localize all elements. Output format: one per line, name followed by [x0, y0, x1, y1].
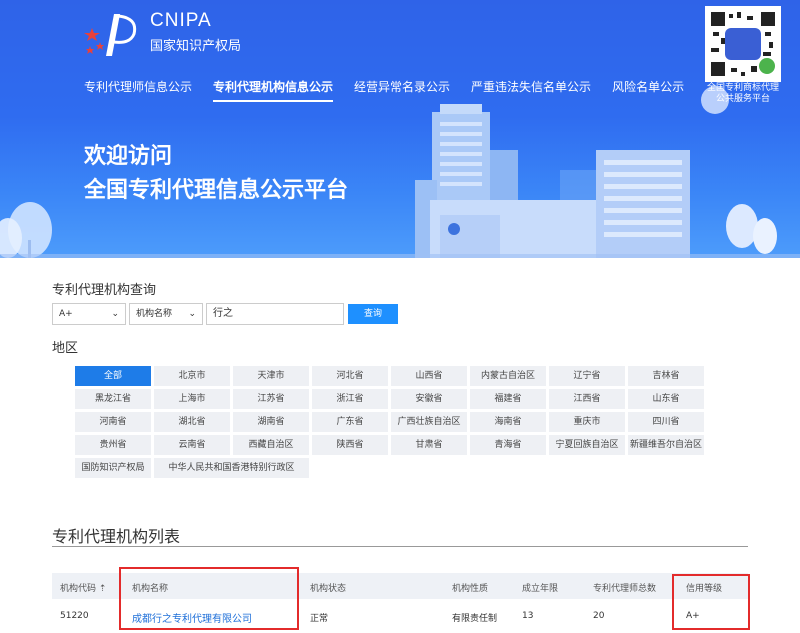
header-banner: CNIPA 国家知识产权局 专利代理师信息公示 专利代理机构信息公示 经营异常名… [0, 0, 800, 258]
cell-agent-count: 20 [593, 611, 605, 621]
region-title: 地区 [52, 341, 79, 356]
region-item[interactable]: 山东省 [628, 389, 704, 409]
region-item[interactable]: 宁夏回族自治区 [549, 435, 625, 455]
col-status: 机构状态 [310, 584, 347, 594]
region-item[interactable]: 内蒙古自治区 [470, 366, 546, 386]
nav-agent-info[interactable]: 专利代理师信息公示 [84, 78, 192, 102]
region-item[interactable]: 中华人民共和国香港特别行政区 [154, 458, 309, 478]
region-item[interactable]: 贵州省 [75, 435, 151, 455]
region-item[interactable]: 辽宁省 [549, 366, 625, 386]
col-nature: 机构性质 [452, 584, 489, 594]
region-item[interactable]: 浙江省 [312, 389, 388, 409]
brand-name-en: CNIPA [150, 10, 212, 31]
qr-caption: 全国专利商标代理 公共服务平台 [700, 83, 786, 105]
region-item[interactable]: 天津市 [233, 366, 309, 386]
region-item[interactable]: 四川省 [628, 412, 704, 432]
chevron-down-icon: ⌄ [111, 309, 119, 319]
region-item[interactable]: 广西壮族自治区 [391, 412, 467, 432]
cnipa-emblem-icon [84, 14, 137, 56]
region-item[interactable]: 江西省 [549, 389, 625, 409]
qr-code[interactable] [705, 6, 781, 82]
region-item[interactable]: 安徽省 [391, 389, 467, 409]
region-item[interactable]: 山西省 [391, 366, 467, 386]
search-field-value: 机构名称 [136, 309, 173, 319]
col-years: 成立年限 [522, 584, 559, 594]
region-all[interactable]: 全部 [75, 366, 151, 386]
highlight-box-grade [672, 574, 750, 630]
region-item[interactable]: 吉林省 [628, 366, 704, 386]
query-title: 专利代理机构查询 [52, 283, 157, 298]
main-nav: 专利代理师信息公示 专利代理机构信息公示 经营异常名录公示 严重违法失信名单公示… [84, 78, 705, 102]
search-field-select[interactable]: 机构名称 ⌄ [129, 303, 203, 325]
region-item[interactable]: 上海市 [154, 389, 230, 409]
qr-caption-line2: 公共服务平台 [715, 94, 770, 104]
region-item[interactable]: 河南省 [75, 412, 151, 432]
cell-code: 51220 [60, 611, 89, 621]
nav-abnormal-list[interactable]: 经营异常名录公示 [354, 78, 450, 102]
region-item[interactable]: 福建省 [470, 389, 546, 409]
region-item[interactable]: 云南省 [154, 435, 230, 455]
region-item[interactable]: 黑龙江省 [75, 389, 151, 409]
region-item[interactable]: 甘肃省 [391, 435, 467, 455]
region-item[interactable]: 国防知识产权局 [75, 458, 151, 478]
cell-status: 正常 [310, 614, 329, 624]
nav-agency-info[interactable]: 专利代理机构信息公示 [213, 78, 334, 102]
region-item[interactable]: 重庆市 [549, 412, 625, 432]
region-item[interactable]: 新疆维吾尔自治区 [628, 435, 704, 455]
cell-years: 13 [522, 611, 534, 621]
region-item[interactable]: 湖北省 [154, 412, 230, 432]
highlight-box-name [119, 567, 299, 630]
nav-risk-list[interactable]: 风险名单公示 [612, 78, 684, 102]
cnipa-logo [84, 10, 144, 60]
qr-code-icon [707, 8, 779, 80]
region-item[interactable]: 海南省 [470, 412, 546, 432]
cell-nature: 有限责任制 [452, 614, 498, 624]
col-code[interactable]: 机构代码 ⇡ [60, 581, 106, 594]
region-item[interactable]: 青海省 [470, 435, 546, 455]
region-item[interactable]: 西藏自治区 [233, 435, 309, 455]
welcome-heading: 欢迎访问 [84, 144, 173, 169]
region-item[interactable]: 北京市 [154, 366, 230, 386]
keyword-input[interactable]: 行之 [206, 303, 344, 325]
region-item[interactable]: 广东省 [312, 412, 388, 432]
nav-dishonest-list[interactable]: 严重违法失信名单公示 [471, 78, 591, 102]
credit-grade-select[interactable]: A+ ⌄ [52, 303, 126, 325]
region-item[interactable]: 江苏省 [233, 389, 309, 409]
col-agent-count: 专利代理师总数 [593, 584, 657, 594]
list-title: 专利代理机构列表 [52, 527, 181, 546]
credit-grade-value: A+ [59, 309, 73, 319]
region-item[interactable]: 湖南省 [233, 412, 309, 432]
divider [52, 546, 748, 547]
chevron-down-icon: ⌄ [188, 309, 196, 319]
brand-name-cn: 国家知识产权局 [150, 39, 242, 54]
qr-caption-line1: 全国专利商标代理 [706, 83, 779, 93]
region-item[interactable]: 河北省 [312, 366, 388, 386]
search-button[interactable]: 查询 [348, 304, 398, 324]
platform-title: 全国专利代理信息公示平台 [84, 178, 349, 203]
region-item[interactable]: 陕西省 [312, 435, 388, 455]
